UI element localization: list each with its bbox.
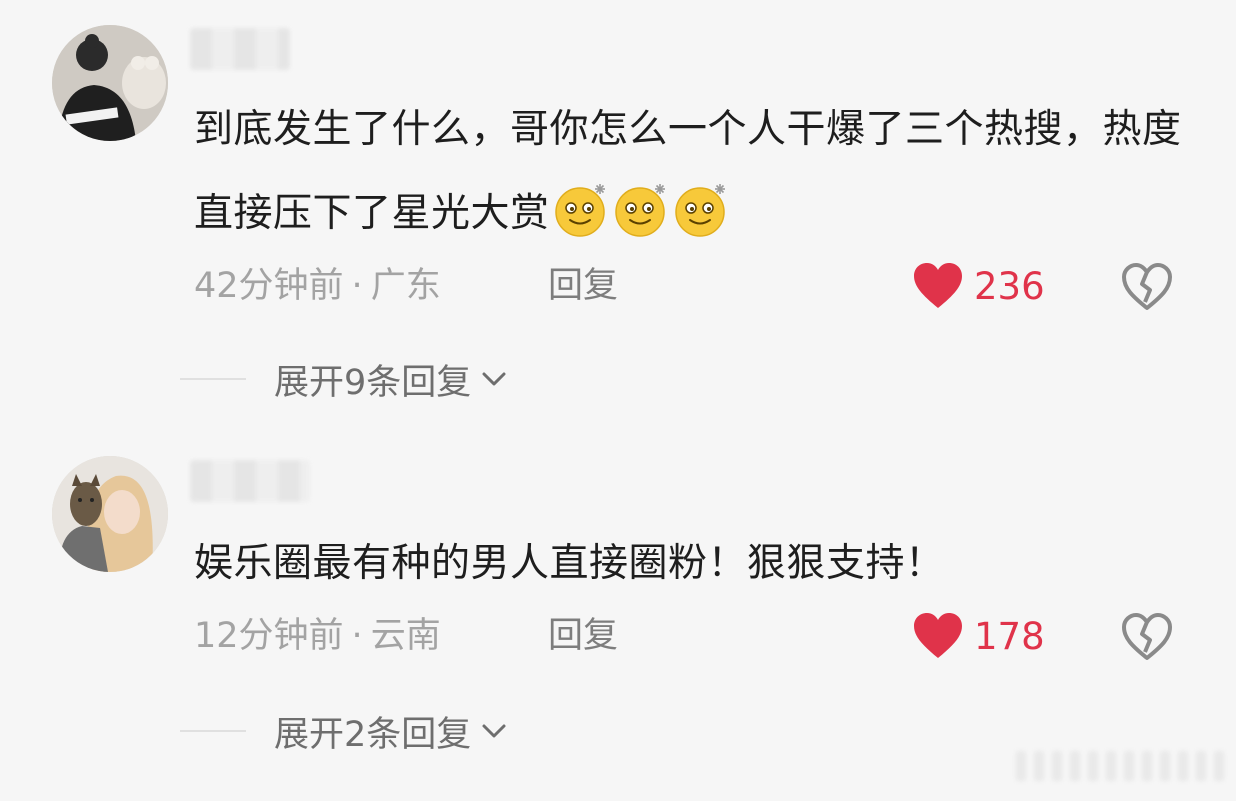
expand-replies-button[interactable]: 展开9条回复 <box>180 354 509 404</box>
heart-icon <box>914 263 962 308</box>
comment-location: 广东 <box>370 266 441 306</box>
avatar-image <box>52 25 168 141</box>
watermark-blurred <box>1016 751 1226 781</box>
comment-time: 12分钟前 <box>194 616 344 656</box>
comment-text: 娱乐圈最有种的男人直接圈粉！狠狠支持！ <box>194 522 1184 606</box>
expand-replies-label: 展开9条回复 <box>274 362 472 403</box>
username-blurred[interactable] <box>190 460 310 502</box>
avatar-image <box>52 456 168 572</box>
reply-button[interactable]: 回复 <box>548 611 618 661</box>
broken-heart-icon[interactable] <box>1120 262 1174 312</box>
like-button[interactable]: 236 <box>912 258 1045 314</box>
emoji-group <box>550 184 730 237</box>
reply-button[interactable]: 回复 <box>548 261 618 311</box>
username-blurred[interactable] <box>190 28 290 70</box>
divider-line <box>180 378 246 380</box>
expand-replies-label: 展开2条回复 <box>274 714 472 755</box>
meta-separator: · <box>351 266 363 306</box>
like-count: 236 <box>974 264 1045 308</box>
expand-replies-button[interactable]: 展开2条回复 <box>180 706 509 756</box>
chevron-down-icon <box>482 372 506 386</box>
like-count: 178 <box>974 614 1045 658</box>
dizzy-face-emoji-icon <box>554 184 605 237</box>
comment-text-content: 娱乐圈最有种的男人直接圈粉！狠狠支持！ <box>194 541 945 586</box>
like-button[interactable]: 178 <box>912 608 1045 664</box>
dizzy-face-emoji-icon <box>614 184 665 237</box>
comment-text: 到底发生了什么，哥你怎么一个人干爆了三个热搜，热度直接压下了星光大赏 <box>194 88 1184 256</box>
heart-icon <box>914 613 962 658</box>
dizzy-face-emoji-icon <box>674 184 725 237</box>
comment-meta: 42分钟前 · 广东 <box>194 261 441 311</box>
chevron-down-icon <box>482 724 506 738</box>
comment-time: 42分钟前 <box>194 266 344 306</box>
meta-separator: · <box>351 616 363 656</box>
broken-heart-icon[interactable] <box>1120 612 1174 662</box>
avatar[interactable] <box>52 25 168 141</box>
comment-meta: 12分钟前 · 云南 <box>194 611 441 661</box>
avatar[interactable] <box>52 456 168 572</box>
divider-line <box>180 730 246 732</box>
comment-location: 云南 <box>370 616 441 656</box>
